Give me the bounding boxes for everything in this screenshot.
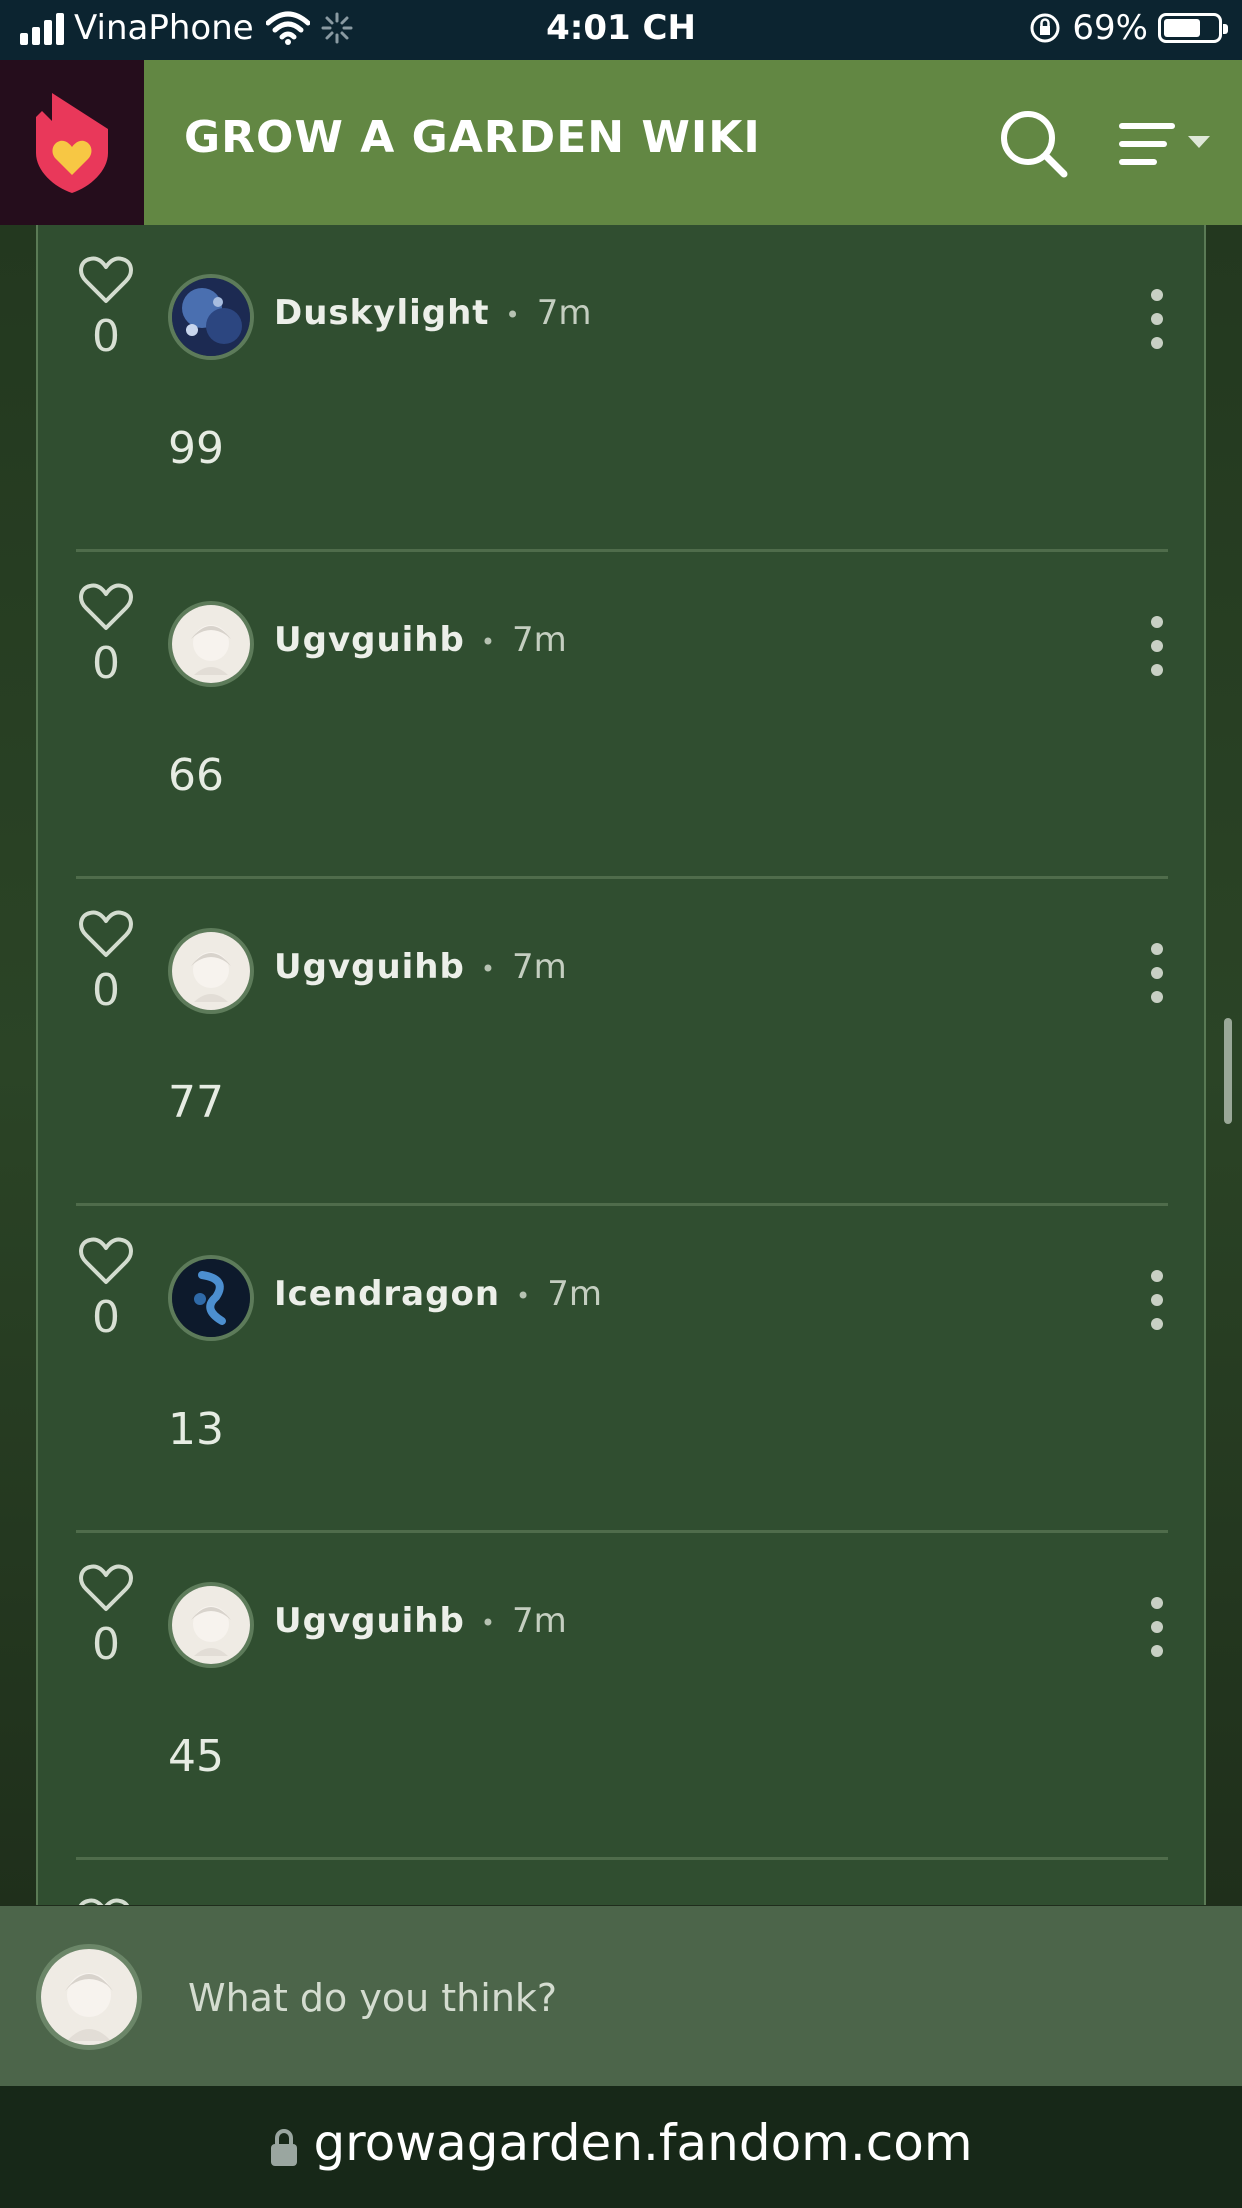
comment-header: Ugvguihb • 7m	[274, 1601, 567, 1641]
like-count: 0	[92, 965, 120, 1016]
avatar[interactable]	[168, 274, 254, 360]
rotation-lock-icon	[1030, 13, 1060, 43]
url-bar[interactable]: growagarden.fandom.com	[0, 2086, 1242, 2208]
avatar-image	[172, 605, 250, 683]
url-display[interactable]: growagarden.fandom.com	[0, 2114, 1242, 2172]
avatar[interactable]	[168, 1582, 254, 1668]
comment-item: 0 Ugvguihb • 7m 66	[76, 552, 1168, 879]
comment-text: 66	[168, 750, 224, 801]
like-control[interactable]: 0	[76, 255, 136, 362]
reply-bar	[0, 1906, 1242, 2086]
heart-icon[interactable]	[78, 909, 134, 959]
more-options-icon[interactable]	[1142, 1270, 1172, 1330]
more-options-icon[interactable]	[1142, 1597, 1172, 1657]
like-count: 0	[92, 311, 120, 362]
comment-item: 0 Ugvguihb • 7m 45	[76, 1533, 1168, 1860]
timestamp: 7m	[512, 620, 567, 660]
author-name[interactable]: Ugvguihb	[274, 1601, 465, 1641]
separator-dot: •	[516, 1281, 532, 1310]
avatar[interactable]	[168, 601, 254, 687]
separator-dot: •	[505, 300, 521, 329]
comment-header: Icendragon • 7m	[274, 1274, 602, 1314]
url-text: growagarden.fandom.com	[313, 2114, 973, 2172]
comment-item: 0 Duskylight • 7m 99	[76, 225, 1168, 552]
heart-icon[interactable]	[78, 582, 134, 632]
status-right: 69%	[1028, 8, 1228, 48]
author-name[interactable]: Ugvguihb	[274, 620, 465, 660]
author-name[interactable]: Icendragon	[274, 1274, 500, 1314]
comment-header: Ugvguihb • 7m	[274, 620, 567, 660]
menu-icon[interactable]	[1118, 120, 1218, 170]
avatar-image	[41, 1949, 137, 2045]
avatar[interactable]	[168, 928, 254, 1014]
scrollbar-thumb[interactable]	[1224, 1018, 1232, 1124]
timestamp: 7m	[512, 1601, 567, 1641]
author-name[interactable]: Ugvguihb	[274, 947, 465, 987]
comment-header: Duskylight • 7m	[274, 293, 591, 333]
avatar-image	[172, 932, 250, 1010]
comment-item: 0 Ugvguihb • 7m 77	[76, 879, 1168, 1206]
fandom-logo[interactable]	[0, 60, 144, 225]
comments-panel: 0 Duskylight • 7m 99 0 Ugvguihb • 7m 66 0	[36, 225, 1206, 1905]
like-control[interactable]: 0	[76, 909, 136, 1016]
heart-icon[interactable]	[78, 1236, 134, 1286]
separator-dot: •	[480, 1608, 497, 1637]
comment-text: 99	[168, 423, 224, 474]
comment-header: Ugvguihb • 7m	[274, 947, 567, 987]
like-count: 0	[92, 1619, 120, 1670]
like-control[interactable]: 0	[76, 1236, 136, 1343]
separator-dot: •	[480, 627, 497, 656]
like-control[interactable]: 0	[76, 1563, 136, 1670]
timestamp: 7m	[547, 1274, 602, 1314]
avatar-image	[172, 1586, 250, 1664]
like-count: 0	[92, 1292, 120, 1343]
comment-text: 13	[168, 1404, 224, 1455]
lock-icon	[271, 2128, 298, 2166]
avatar-image	[172, 278, 250, 356]
battery-icon	[1158, 13, 1228, 43]
comment-text: 45	[168, 1731, 224, 1782]
status-bar: VinaPhone 4:01 CH 69%	[0, 0, 1242, 60]
heart-icon[interactable]	[76, 1897, 132, 1905]
background-left	[0, 225, 36, 1905]
separator-dot: •	[480, 954, 497, 983]
search-icon[interactable]	[998, 108, 1070, 180]
battery-percent: 69%	[1072, 8, 1148, 48]
heart-icon[interactable]	[78, 255, 134, 305]
timestamp: 7m	[536, 293, 592, 333]
comment-input[interactable]	[186, 1966, 1170, 2030]
avatar[interactable]	[168, 1255, 254, 1341]
site-header: GROW A GARDEN WIKI	[0, 60, 1242, 225]
comment-text: 77	[168, 1077, 224, 1128]
author-name[interactable]: Duskylight	[274, 293, 490, 333]
more-options-icon[interactable]	[1142, 616, 1172, 676]
current-user-avatar	[36, 1944, 142, 2050]
divider	[76, 1857, 1168, 1860]
heart-icon[interactable]	[78, 1563, 134, 1613]
site-title[interactable]: GROW A GARDEN WIKI	[184, 112, 761, 163]
like-count: 0	[92, 638, 120, 689]
more-options-icon[interactable]	[1142, 943, 1172, 1003]
battery-fill	[1164, 19, 1200, 37]
fandom-heart-flame-icon	[36, 92, 108, 193]
comment-item: 0 Icendragon • 7m 13	[76, 1206, 1168, 1533]
timestamp: 7m	[512, 947, 567, 987]
avatar-image	[172, 1259, 250, 1337]
more-options-icon[interactable]	[1142, 289, 1172, 349]
like-control[interactable]: 0	[76, 582, 136, 689]
